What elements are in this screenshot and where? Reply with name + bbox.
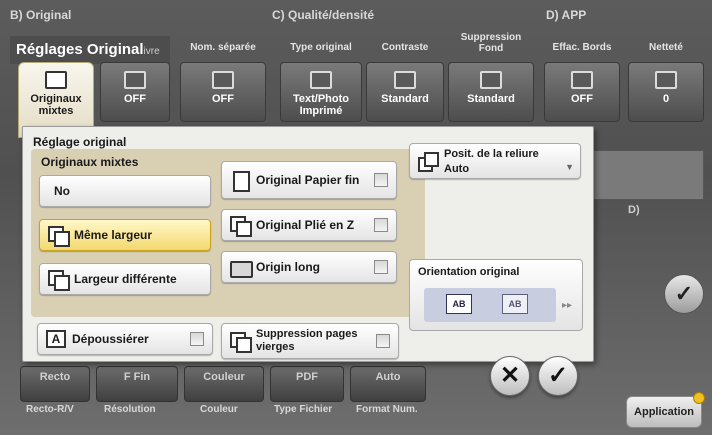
orientation-landscape-icon: AB xyxy=(502,294,528,314)
binding-position-label: Posit. de la reliure xyxy=(444,148,539,160)
text-photo-icon xyxy=(310,71,332,89)
orientation-images[interactable]: AB AB xyxy=(424,288,556,322)
right-partial-label: D) xyxy=(628,204,640,216)
option-no-label: No xyxy=(54,183,70,198)
long-original-icon xyxy=(230,258,253,278)
option-z-fold-label: Original Plié en Z xyxy=(256,217,355,232)
option-long-original[interactable]: Origin long xyxy=(221,251,397,283)
page-title-suffix: ivre xyxy=(143,46,160,57)
book-icon xyxy=(124,71,146,89)
erase-border-icon xyxy=(571,71,593,89)
option-blank-removal[interactable]: Suppression pages vierges xyxy=(221,323,399,359)
sharpness-button[interactable]: 0 xyxy=(628,62,704,122)
col-header-bg-removal: Suppression Fond xyxy=(460,32,522,54)
orientation-portrait-icon: AB xyxy=(446,294,472,314)
page-title-text: Réglages Original xyxy=(16,41,144,58)
orientation-box[interactable]: Orientation original AB AB ▸▸ xyxy=(409,259,583,331)
binding-position-value: Auto xyxy=(444,163,470,175)
bottom-label-scan-size: Format Num. xyxy=(356,404,418,415)
binding-position-icon xyxy=(418,152,439,172)
background-ok-button[interactable]: ✓ xyxy=(664,274,704,314)
orientation-title: Orientation original xyxy=(418,266,520,278)
col-header-erase: Effac. Bords xyxy=(552,42,612,53)
mixed-originals-title: Originaux mixtes xyxy=(41,155,139,169)
book-button[interactable]: OFF xyxy=(100,62,170,122)
thin-paper-checkbox[interactable] xyxy=(374,173,388,187)
same-width-icon xyxy=(48,226,70,247)
bottom-label-file-type: Type Fichier xyxy=(274,404,333,415)
bottom-label-resolution: Résolution xyxy=(104,404,156,415)
long-original-checkbox[interactable] xyxy=(374,260,388,274)
different-width-icon xyxy=(48,270,70,291)
section-header-original: B) Original xyxy=(10,8,72,22)
separate-scan-icon xyxy=(212,71,234,89)
option-no[interactable]: No xyxy=(39,175,211,207)
contrast-value: Standard xyxy=(381,93,429,105)
ok-button[interactable]: ✓ xyxy=(538,356,578,396)
sharpness-icon xyxy=(655,71,677,89)
page-title: Réglages Originalivre xyxy=(10,36,170,64)
double-chevron-right-icon[interactable]: ▸▸ xyxy=(562,300,572,311)
application-button[interactable]: Application xyxy=(626,396,702,428)
section-header-app: D) APP xyxy=(546,8,587,22)
option-thin-paper-label: Original Papier fin xyxy=(256,172,360,187)
col-header-sep: Nom. séparée xyxy=(190,42,256,53)
chevron-down-icon: ▼ xyxy=(565,162,574,172)
option-different-width-label: Largeur différente xyxy=(74,271,177,286)
col-header-contrast: Contraste xyxy=(381,42,429,53)
option-same-width-label: Même largeur xyxy=(74,227,153,242)
bg-removal-button[interactable]: Standard xyxy=(448,62,534,122)
bottom-label-recto: Recto-R/V xyxy=(26,404,74,415)
z-fold-icon xyxy=(230,216,252,237)
sharpness-value: 0 xyxy=(662,93,670,105)
book-button-value: OFF xyxy=(124,93,146,105)
despeckle-checkbox[interactable] xyxy=(190,332,204,346)
option-blank-removal-label: Suppression pages vierges xyxy=(256,328,358,353)
contrast-button[interactable]: Standard xyxy=(366,62,444,122)
bottom-button-recto[interactable]: Recto xyxy=(20,366,90,402)
contrast-icon xyxy=(394,71,416,89)
blank-page-removal-icon xyxy=(230,332,252,353)
notification-dot xyxy=(693,392,705,404)
cancel-button[interactable]: ✕ xyxy=(490,356,530,396)
bottom-button-color[interactable]: Couleur xyxy=(184,366,264,402)
mixed-originals-group: Originaux mixtes No Même largeur Largeur… xyxy=(31,149,425,317)
despeckle-icon: A xyxy=(46,330,66,348)
right-slider-bar xyxy=(592,150,704,200)
section-header-quality: C) Qualité/densité xyxy=(272,8,375,22)
binding-position-dropdown[interactable]: Posit. de la reliure Auto ▼ xyxy=(409,143,581,179)
option-long-original-label: Origin long xyxy=(256,259,320,274)
sep-scan-button[interactable]: OFF xyxy=(180,62,266,122)
option-different-width[interactable]: Largeur différente xyxy=(39,263,211,295)
option-z-fold[interactable]: Original Plié en Z xyxy=(221,209,397,241)
panel-title: Réglage original xyxy=(33,135,127,149)
originaux-mixtes-tab-label: Originaux mixtes xyxy=(30,93,82,117)
bottom-button-file-type[interactable]: PDF xyxy=(270,366,344,402)
erase-border-value: OFF xyxy=(571,93,593,105)
option-despeckle[interactable]: A Dépoussiérer xyxy=(37,323,213,355)
bg-removal-value: Standard xyxy=(467,93,515,105)
original-type-value: Text/Photo Imprimé xyxy=(292,93,349,117)
erase-border-button[interactable]: OFF xyxy=(544,62,620,122)
option-thin-paper[interactable]: Original Papier fin xyxy=(221,161,397,199)
blank-removal-checkbox[interactable] xyxy=(376,334,390,348)
col-header-sharpness: Netteté xyxy=(649,42,683,53)
z-fold-checkbox[interactable] xyxy=(374,218,388,232)
bottom-button-scan-size[interactable]: Auto xyxy=(350,366,426,402)
thin-paper-icon xyxy=(230,171,250,192)
bottom-label-color: Couleur xyxy=(200,404,238,415)
option-despeckle-label: Dépoussiérer xyxy=(72,331,149,346)
original-settings-panel: Réglage original Originaux mixtes No Mêm… xyxy=(22,126,594,362)
option-same-width[interactable]: Même largeur xyxy=(39,219,211,251)
background-removal-icon xyxy=(480,71,502,89)
col-header-type: Type original xyxy=(290,42,352,53)
mixed-originals-icon xyxy=(45,71,67,89)
bottom-button-resolution[interactable]: F Fin xyxy=(96,366,178,402)
original-type-button[interactable]: Text/Photo Imprimé xyxy=(280,62,362,122)
sep-scan-value: OFF xyxy=(212,93,234,105)
